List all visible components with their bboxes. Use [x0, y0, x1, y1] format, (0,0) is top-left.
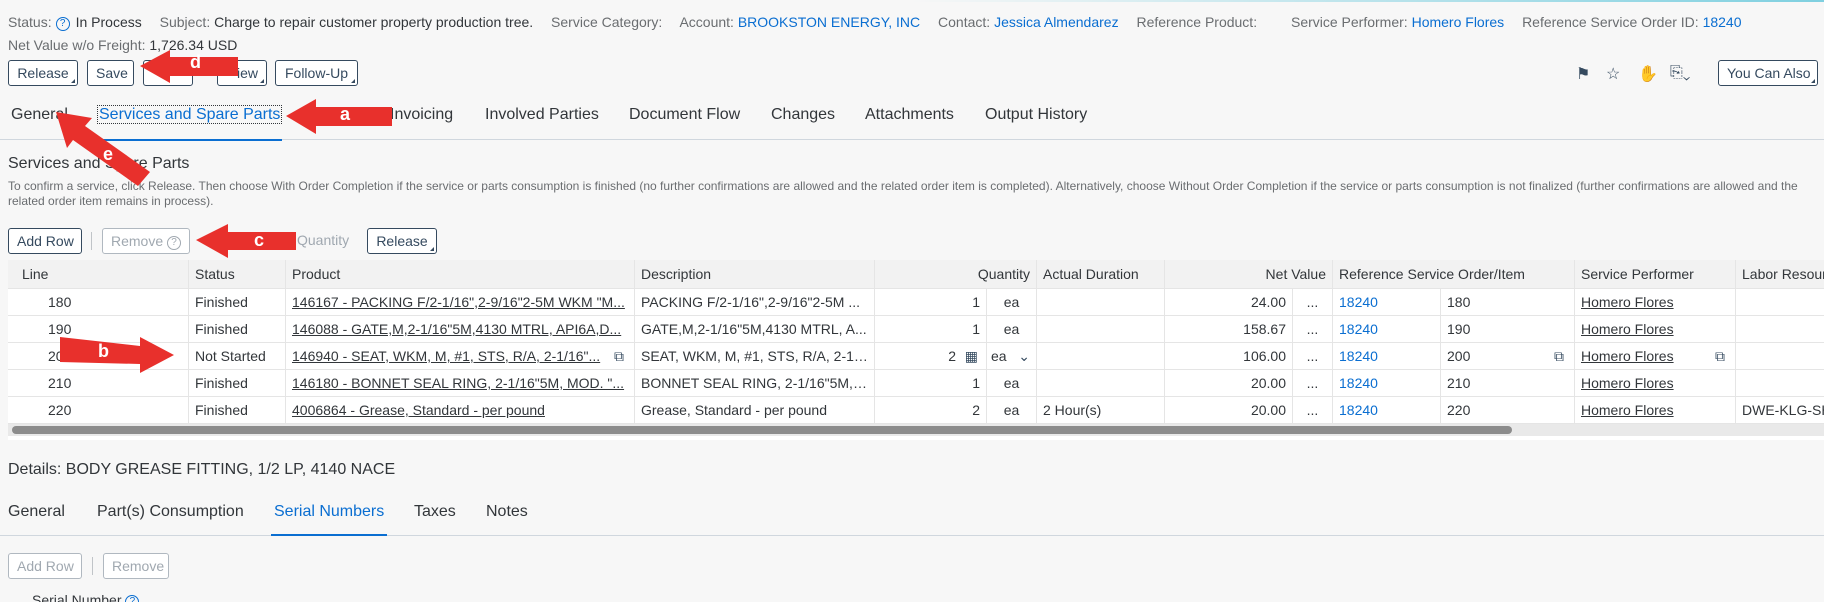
annotation-arrow-c	[196, 224, 296, 258]
annotation-label-d: d	[190, 52, 201, 72]
annotation-arrow-a	[286, 99, 392, 134]
annotation-arrow-b	[60, 337, 174, 373]
annotation-label-a: a	[340, 104, 351, 124]
annotation-overlay	[56, 50, 392, 373]
annotation-label-c: c	[254, 230, 265, 250]
annotation-label-e: e	[103, 144, 114, 164]
annotation-arrow-d	[140, 50, 238, 83]
page: Status:? In Process Subject: Charge to re…	[0, 0, 1824, 602]
annotation-label-b: b	[98, 341, 109, 361]
